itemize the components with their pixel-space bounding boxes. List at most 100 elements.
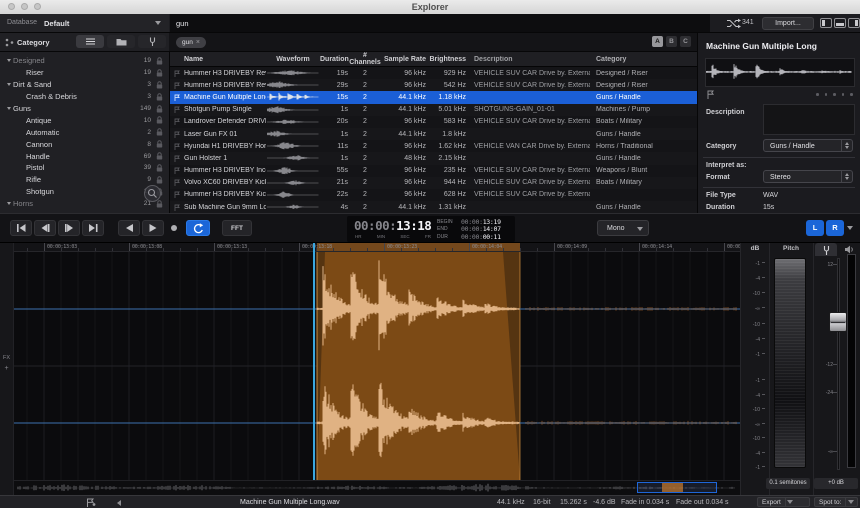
column-header-duration[interactable]: Duration: [320, 56, 349, 63]
table-row[interactable]: Hummer H3 DRIVEBY Reverse 29s 2 96 kHz 542 H…: [170, 79, 697, 92]
compare-slot-c-button[interactable]: C: [680, 36, 691, 47]
search-field[interactable]: 341: [170, 14, 801, 32]
volume-slider-handle[interactable]: [829, 312, 847, 332]
overview-scrollbar[interactable]: [14, 480, 740, 495]
play-button[interactable]: [142, 220, 164, 236]
playhead[interactable]: [313, 243, 315, 480]
skip-to-end-button[interactable]: [82, 220, 104, 236]
chevron-down-icon[interactable]: [847, 226, 853, 230]
sidebar-item-horns[interactable]: Horns 21: [0, 198, 169, 210]
database-select[interactable]: Database Default: [0, 14, 169, 32]
close-icon[interactable]: ×: [196, 39, 200, 46]
column-header-name[interactable]: Name: [184, 56, 266, 63]
left-channel-button[interactable]: L: [806, 220, 824, 236]
pitch-value[interactable]: 0.1 semitones: [766, 478, 810, 489]
column-header-brightness[interactable]: Brightness: [426, 56, 466, 63]
compare-slot-a-button[interactable]: A: [652, 36, 663, 47]
description-field[interactable]: [763, 104, 855, 135]
table-row[interactable]: Landrover Defender DRIVEBY Ki 20s 2 96 kHz 5…: [170, 115, 697, 128]
column-header-waveform[interactable]: Waveform: [266, 56, 320, 63]
sidebar-item-antique[interactable]: Antique 10: [0, 114, 169, 126]
overview-viewport[interactable]: [637, 482, 717, 493]
stepper-icon[interactable]: [841, 140, 852, 151]
format-select[interactable]: Stereo: [763, 170, 853, 183]
table-row[interactable]: Laser Gun FX 01 1s 2 44.1 kHz 1.8 kHz Guns / …: [170, 127, 697, 141]
sidebar-item-riser[interactable]: Riser 19: [0, 67, 169, 79]
stepper-icon[interactable]: [841, 171, 852, 182]
layout-left-panel-icon[interactable]: [820, 18, 832, 28]
table-row[interactable]: Gun Holster 1 1s 2 48 kHz 2.15 kHz Guns / Han…: [170, 152, 697, 165]
fft-button[interactable]: FFT: [222, 220, 252, 236]
export-button[interactable]: Export: [757, 497, 810, 507]
rating-dots[interactable]: [816, 93, 853, 96]
rating-dot[interactable]: [841, 93, 844, 96]
waveform-canvas[interactable]: LR: [14, 252, 740, 480]
search-input[interactable]: [174, 16, 558, 31]
skip-to-start-button[interactable]: [10, 220, 32, 236]
volume-value[interactable]: +0 dB: [814, 478, 858, 489]
cell-channels: 2: [363, 118, 367, 126]
play-reverse-button[interactable]: [118, 220, 140, 236]
inspector-waveform-thumbnail[interactable]: [705, 58, 855, 87]
pitch-tab[interactable]: [815, 243, 837, 256]
flag-icon[interactable]: [707, 90, 715, 99]
cell-duration: 1s: [340, 130, 348, 138]
column-header-category[interactable]: Category: [590, 56, 696, 63]
channel-mode-select[interactable]: Mono: [597, 220, 649, 236]
tuning-fork-view-button[interactable]: [138, 35, 166, 48]
sidebar-item-dirt-sand[interactable]: Dirt & Sand 3: [0, 79, 169, 91]
spot-to-button[interactable]: Spot to:: [814, 497, 858, 507]
sidebar-item-pistol[interactable]: Pistol 39: [0, 162, 169, 174]
column-header-channels[interactable]: # Channels: [348, 52, 382, 66]
timeline-ruler[interactable]: 00:00:13:03 00:00:13:08 00:00:13:13 00:00:1…: [14, 243, 740, 252]
right-channel-button[interactable]: R: [826, 220, 844, 236]
previous-marker-button[interactable]: [34, 220, 56, 236]
metadata-flag-icon[interactable]: [86, 498, 96, 507]
table-row[interactable]: Volvo XC60 DRIVEBY Kickdown 21s 2 96 kHz 944…: [170, 176, 697, 189]
volume-slider-track[interactable]: [837, 258, 840, 470]
column-header-sample-rate[interactable]: Sample Rate: [382, 56, 426, 63]
cell-duration: 20s: [336, 118, 348, 126]
filter-tag[interactable]: gun ×: [176, 37, 206, 48]
record-icon[interactable]: [171, 225, 177, 231]
list-view-button[interactable]: [76, 35, 104, 48]
cell-category: Guns / Handle: [596, 93, 641, 101]
rating-dot[interactable]: [833, 93, 836, 96]
import-button[interactable]: Import...: [762, 17, 814, 30]
loop-button[interactable]: [186, 220, 210, 236]
table-row[interactable]: Hummer H3 DRIVEBY Incoming 55s 2 96 kHz 235 …: [170, 164, 697, 177]
sidebar-item-rifle[interactable]: Rifle 9: [0, 174, 169, 186]
sidebar-item-guns[interactable]: Guns 149: [0, 103, 169, 115]
sidebar-item-designed[interactable]: Designed 19: [0, 55, 169, 67]
table-row[interactable]: Shotgun Pump Single 1s 2 44.1 kHz 5.01 kHz SH…: [170, 103, 697, 116]
table-row[interactable]: Hummer H3 DRIVEBY Kickdow 22s 2 96 kHz 628 H…: [170, 188, 697, 202]
table-row[interactable]: Machine Gun Multiple Long 15s 2 44.1 kHz 1.1…: [170, 91, 697, 104]
next-marker-button[interactable]: [58, 220, 80, 236]
lock-icon: [156, 116, 163, 124]
folder-view-button[interactable]: [107, 35, 135, 48]
sidebar-item-crash-debris[interactable]: Crash & Debris 3: [0, 91, 169, 103]
fx-strip[interactable]: FX +: [0, 243, 14, 495]
chevron-down-icon: [637, 227, 643, 231]
layout-right-panel-icon[interactable]: [848, 18, 860, 28]
table-row[interactable]: Hummer H3 DRIVEBY Reverse 19s 2 96 kHz 929 H…: [170, 67, 697, 80]
rating-dot[interactable]: [850, 93, 853, 96]
table-row[interactable]: Hyundai H1 DRIVEBY Horn 01 S 11s 2 96 kHz 1.…: [170, 140, 697, 153]
add-fx-icon[interactable]: +: [0, 365, 13, 372]
table-header[interactable]: Name Waveform Duration # Channels Sample Rat…: [170, 52, 697, 67]
sidebar-item-cannon[interactable]: Cannon 8: [0, 138, 169, 150]
category-select[interactable]: Guns / Handle: [763, 139, 853, 152]
sidebar-item-handle[interactable]: Handle 69: [0, 150, 169, 162]
column-header-description[interactable]: Description: [466, 56, 590, 63]
layout-bottom-panel-icon[interactable]: [834, 18, 846, 28]
table-row[interactable]: Sub Machine Gun 9mm Long B 4s 2 44.1 kHz 1.3…: [170, 201, 697, 213]
rating-dot[interactable]: [816, 93, 819, 96]
sidebar-zoom-button[interactable]: [144, 185, 161, 202]
rating-dot[interactable]: [824, 93, 827, 96]
compare-slot-b-button[interactable]: B: [666, 36, 677, 47]
collapse-icon[interactable]: [117, 499, 121, 506]
sidebar-item-label: Shotgun: [26, 187, 54, 197]
pitch-fader[interactable]: [774, 258, 806, 468]
shuffle-icon[interactable]: [726, 18, 741, 29]
sidebar-item-automatic[interactable]: Automatic 2: [0, 126, 169, 138]
